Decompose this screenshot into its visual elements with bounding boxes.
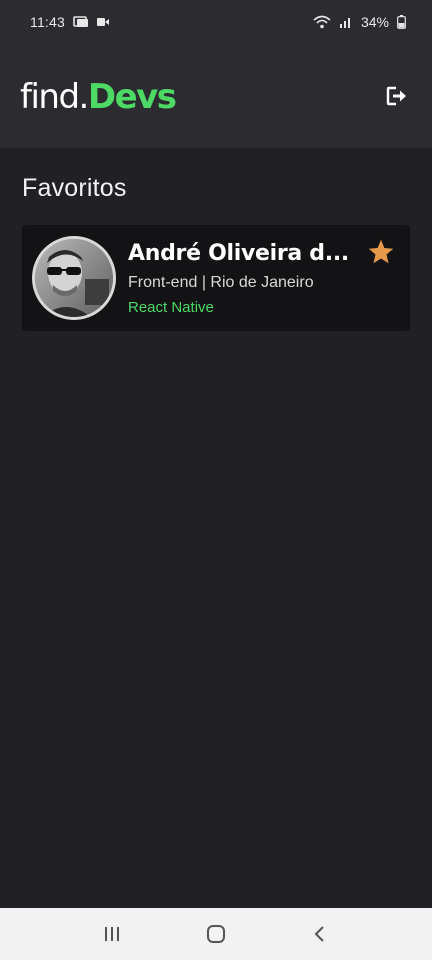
wifi-icon <box>313 15 331 29</box>
status-bar: 11:43 34% <box>0 0 432 44</box>
back-icon <box>314 926 324 942</box>
battery-icon <box>397 15 406 29</box>
app-screen: 11:43 34% find.Devs Favoritos André Oliv… <box>0 0 432 960</box>
favorite-dev-card[interactable]: André Oliveira d... Front-end | Rio de J… <box>22 225 410 331</box>
recent-apps-button[interactable] <box>92 914 132 954</box>
logout-button[interactable] <box>382 82 410 110</box>
logo-accent: Devs <box>87 77 177 117</box>
dev-name: André Oliveira d... <box>128 241 349 266</box>
status-right: 34% <box>313 14 406 30</box>
system-nav-bar <box>0 908 432 960</box>
home-button[interactable] <box>196 914 236 954</box>
dev-role: Front-end | Rio de Janeiro <box>128 274 314 291</box>
page-title: Favoritos <box>22 174 127 202</box>
main-content: Favoritos André Oliveira d... Front-end … <box>0 148 432 908</box>
dev-tech: React Native <box>128 299 214 316</box>
recent-apps-icon <box>105 927 119 941</box>
star-icon <box>368 239 394 264</box>
back-button[interactable] <box>300 914 340 954</box>
app-header: find.Devs <box>0 44 432 148</box>
avatar <box>32 236 116 320</box>
logout-icon <box>386 86 406 106</box>
battery-percent: 34% <box>360 14 389 30</box>
favorite-star-button[interactable] <box>366 237 396 267</box>
status-time: 11:43 <box>30 14 65 30</box>
logo-prefix: find. <box>20 77 89 117</box>
dev-info: André Oliveira d... Front-end | Rio de J… <box>128 240 368 316</box>
home-icon <box>207 925 225 943</box>
photo-icon <box>73 16 89 28</box>
app-logo: find.Devs <box>20 77 177 117</box>
video-icon <box>97 17 109 27</box>
status-left: 11:43 <box>30 14 109 30</box>
signal-icon <box>339 15 353 29</box>
